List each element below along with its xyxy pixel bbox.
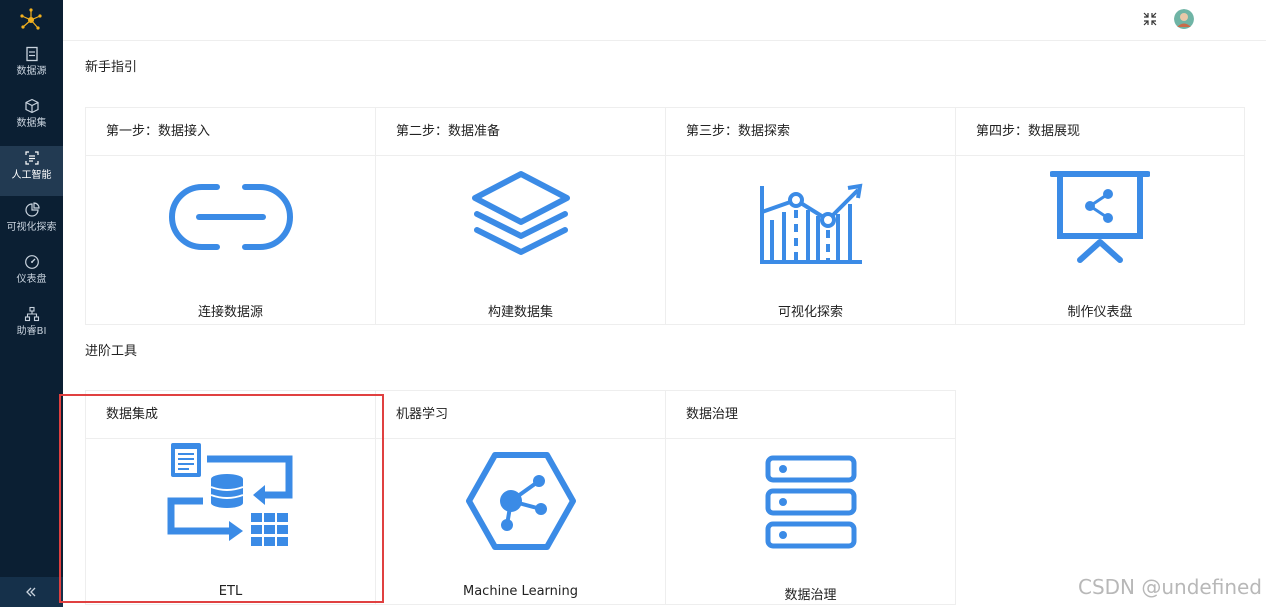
layers-icon	[471, 171, 570, 255]
card-step-title: 第四步：数据展现	[956, 108, 1244, 156]
card-action-label: ETL	[218, 584, 243, 599]
database-list-icon	[25, 46, 38, 62]
card-build-dataset[interactable]: 第二步：数据准备 构建数据集	[375, 107, 666, 325]
presentation-board-icon	[1050, 171, 1150, 263]
sidebar-item-assistant-bi[interactable]: 助睿BI	[0, 302, 63, 352]
card-tool-title: 数据集成	[86, 391, 375, 439]
card-etl[interactable]: 数据集成 ETL	[85, 390, 376, 605]
advanced-section-title: 进阶工具	[85, 344, 138, 359]
card-tool-title: 机器学习	[376, 391, 665, 439]
gauge-icon	[24, 255, 39, 269]
card-machine-learning[interactable]: 机器学习 Machine Learning	[375, 390, 666, 605]
top-bar	[63, 0, 1266, 41]
sidebar: 数据源 数据集 人工智能 可视化探索 仪表盘 助睿BI	[0, 0, 63, 607]
sidebar-item-dashboard[interactable]: 仪表盘	[0, 250, 63, 300]
hexagon-share-icon	[465, 452, 576, 550]
card-action-label: 制作仪表盘	[1067, 305, 1133, 320]
ai-scan-icon	[24, 151, 39, 165]
cube-icon	[24, 98, 39, 114]
app-logo-icon[interactable]	[18, 7, 44, 33]
sidebar-item-label: 仪表盘	[16, 274, 47, 285]
sidebar-item-label: 数据集	[16, 118, 47, 129]
sidebar-item-label: 助睿BI	[16, 326, 47, 337]
sidebar-item-label: 人工智能	[11, 170, 52, 181]
server-stack-icon	[765, 455, 856, 549]
card-action-label: Machine Learning	[463, 584, 578, 599]
org-tree-icon	[24, 306, 39, 322]
double-chevron-left-icon	[26, 587, 36, 597]
watermark: CSDN @undefined	[1077, 575, 1262, 599]
fullscreen-icon[interactable]	[1143, 12, 1157, 26]
card-action-label: 可视化探索	[777, 305, 843, 320]
card-visual-explore[interactable]: 第三步：数据探索 可视化探索	[665, 107, 956, 325]
sidebar-item-datasource[interactable]: 数据源	[0, 42, 63, 92]
card-action-label: 数据治理	[784, 588, 837, 603]
card-action-label: 连接数据源	[197, 305, 263, 320]
card-action-label: 构建数据集	[487, 305, 553, 320]
sidebar-collapse-button[interactable]	[0, 577, 63, 607]
sidebar-item-label: 数据源	[16, 66, 47, 77]
card-step-title: 第一步：数据接入	[86, 108, 375, 156]
link-icon	[168, 184, 293, 250]
card-step-title: 第二步：数据准备	[376, 108, 665, 156]
card-connect-datasource[interactable]: 第一步：数据接入 连接数据源	[85, 107, 376, 325]
pie-chart-icon	[24, 202, 40, 217]
card-tool-title: 数据治理	[666, 391, 955, 439]
etl-icon	[167, 443, 292, 546]
sidebar-item-visual-explore[interactable]: 可视化探索	[0, 198, 63, 248]
card-step-title: 第三步：数据探索	[666, 108, 955, 156]
card-make-dashboard[interactable]: 第四步：数据展现 制作仪表盘	[955, 107, 1245, 325]
user-avatar[interactable]	[1174, 9, 1194, 29]
card-data-governance[interactable]: 数据治理 数据治理	[665, 390, 956, 605]
sidebar-item-label: 可视化探索	[6, 222, 57, 233]
sidebar-item-ai[interactable]: 人工智能	[0, 146, 63, 196]
line-chart-icon	[759, 183, 862, 264]
guide-section-title: 新手指引	[85, 60, 138, 75]
sidebar-item-dataset[interactable]: 数据集	[0, 94, 63, 144]
